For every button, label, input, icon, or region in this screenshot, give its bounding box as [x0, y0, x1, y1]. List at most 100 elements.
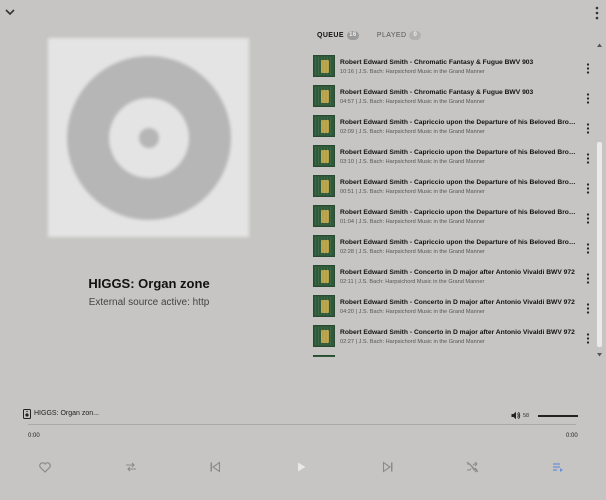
played-count-badge: 0 [409, 31, 422, 40]
track-more-icon[interactable] [586, 63, 590, 74]
track-duration: 02:28 [340, 249, 354, 255]
queue-row[interactable]: Robert Edward Smith - Capriccio upon the… [310, 112, 594, 142]
track-info: Robert Edward Smith - Capriccio upon the… [340, 149, 576, 165]
disc-placeholder-icon [66, 55, 231, 220]
track-thumbnail [313, 145, 335, 167]
track-more-icon[interactable] [586, 153, 590, 164]
track-more-icon[interactable] [586, 243, 590, 254]
time-elapsed: 0:00 [28, 433, 40, 439]
skip-next-icon [382, 461, 393, 473]
track-thumbnail [313, 115, 335, 137]
track-album: J.S. Bach: Harpsichord Music in the Gran… [358, 249, 485, 255]
queue-row[interactable]: Robert Edward Smith - Capriccio upon the… [310, 142, 594, 172]
tab-played-label: PLAYED [376, 32, 407, 39]
track-album: J.S. Bach: Harpsichord Music in the Gran… [358, 129, 485, 135]
track-meta: 04:20 | J.S. Bach: Harpsichord Music in … [340, 309, 576, 315]
track-title: Robert Edward Smith - Chromatic Fantasy … [340, 89, 534, 96]
track-thumbnail [313, 325, 335, 347]
scroll-down-arrow-icon[interactable] [596, 352, 603, 358]
queue-row[interactable]: Robert Edward Smith - Concerto in D majo… [310, 262, 594, 292]
track-album: J.S. Bach: Harpsichord Music in the Gran… [358, 189, 485, 195]
repeat-button[interactable] [124, 461, 138, 473]
favorite-button[interactable] [38, 460, 52, 474]
track-meta: 00:51 | J.S. Bach: Harpsichord Music in … [340, 189, 576, 195]
more-vert-icon[interactable] [594, 6, 600, 20]
track-duration: 02:09 [340, 129, 354, 135]
queue-scrollbar[interactable] [596, 42, 603, 358]
track-duration: 10:16 [340, 69, 354, 75]
tab-played[interactable]: PLAYED 0 [377, 31, 422, 40]
shuffle-button[interactable] [465, 460, 479, 474]
track-info: Robert Edward Smith - Capriccio upon the… [340, 179, 576, 195]
track-duration: 02:27 [340, 339, 354, 345]
track-album: J.S. Bach: Harpsichord Music in the Gran… [358, 279, 485, 285]
time-total: 0:00 [566, 433, 578, 439]
queue-tabs: QUEUE 16 PLAYED 0 [317, 31, 422, 40]
tab-queue-label: QUEUE [317, 32, 344, 39]
track-meta: 04:57 | J.S. Bach: Harpsichord Music in … [340, 99, 576, 105]
track-thumbnail [313, 265, 335, 287]
play-button[interactable] [287, 453, 315, 481]
track-more-icon[interactable] [586, 213, 590, 224]
scrollbar-thumb[interactable] [597, 142, 602, 347]
chevron-down-icon[interactable] [4, 6, 16, 18]
track-info: Robert Edward Smith - Chromatic Fantasy … [340, 89, 576, 105]
tab-queue[interactable]: QUEUE 16 [317, 31, 359, 40]
queue-button[interactable] [551, 461, 565, 473]
track-meta: 03:10 | J.S. Bach: Harpsichord Music in … [340, 159, 576, 165]
queue-row[interactable]: Robert Edward Smith - Chromatic Fantasy … [310, 82, 594, 112]
queue-count-badge: 16 [346, 31, 359, 40]
album-art [48, 38, 249, 237]
volume-slider[interactable] [538, 415, 578, 417]
queue-row[interactable]: Robert Edward Smith - Capriccio upon the… [310, 202, 594, 232]
track-thumbnail [313, 85, 335, 107]
track-thumbnail [313, 55, 335, 77]
track-title: Robert Edward Smith - Capriccio upon the… [340, 149, 576, 156]
track-album: J.S. Bach: Harpsichord Music in the Gran… [358, 219, 485, 225]
queue-list-icon [553, 463, 563, 472]
track-info: Robert Edward Smith - Concerto in D majo… [340, 269, 576, 285]
track-album: J.S. Bach: Harpsichord Music in the Gran… [358, 159, 485, 165]
track-thumbnail [313, 235, 335, 257]
track-duration: 02:11 [340, 279, 354, 285]
track-more-icon[interactable] [586, 93, 590, 104]
next-button[interactable] [381, 460, 395, 474]
queue-row[interactable] [310, 352, 594, 357]
track-thumbnail [313, 355, 335, 357]
now-playing-title: HIGGS: Organ zone [88, 276, 210, 291]
track-more-icon[interactable] [586, 333, 590, 344]
track-meta: 02:27 | J.S. Bach: Harpsichord Music in … [340, 339, 576, 345]
track-more-icon[interactable] [586, 123, 590, 134]
track-title: Robert Edward Smith - Capriccio upon the… [340, 119, 576, 126]
queue-row[interactable]: Robert Edward Smith - Capriccio upon the… [310, 172, 594, 202]
track-info: Robert Edward Smith - Concerto in D majo… [340, 299, 576, 315]
track-meta: 10:16 | J.S. Bach: Harpsichord Music in … [340, 69, 576, 75]
track-album: J.S. Bach: Harpsichord Music in the Gran… [358, 99, 485, 105]
track-info: Robert Edward Smith - Capriccio upon the… [340, 209, 576, 225]
shuffle-off-icon [466, 461, 478, 473]
track-meta: 02:28 | J.S. Bach: Harpsichord Music in … [340, 249, 576, 255]
queue-row[interactable]: Robert Edward Smith - Chromatic Fantasy … [310, 52, 594, 82]
track-more-icon[interactable] [586, 273, 590, 284]
previous-button[interactable] [208, 460, 222, 474]
repeat-icon [126, 462, 136, 472]
track-meta: 02:11 | J.S. Bach: Harpsichord Music in … [340, 279, 576, 285]
scroll-up-arrow-icon[interactable] [596, 42, 603, 48]
queue-row[interactable]: Robert Edward Smith - Capriccio upon the… [310, 232, 594, 262]
queue-row[interactable]: Robert Edward Smith - Concerto in D majo… [310, 322, 594, 352]
track-more-icon[interactable] [586, 183, 590, 194]
heart-icon [39, 461, 51, 473]
volume-icon[interactable] [511, 411, 521, 420]
track-album: J.S. Bach: Harpsichord Music in the Gran… [358, 309, 485, 315]
track-more-icon[interactable] [586, 303, 590, 314]
play-icon [298, 462, 306, 472]
track-duration: 04:57 [340, 99, 354, 105]
track-meta: 01:04 | J.S. Bach: Harpsichord Music in … [340, 219, 576, 225]
track-meta: 02:09 | J.S. Bach: Harpsichord Music in … [340, 129, 576, 135]
seek-bar[interactable] [28, 424, 576, 425]
queue-row[interactable]: Robert Edward Smith - Concerto in D majo… [310, 292, 594, 322]
track-duration: 00:51 [340, 189, 354, 195]
track-title: Robert Edward Smith - Capriccio upon the… [340, 239, 576, 246]
skip-previous-icon [210, 461, 221, 473]
mini-player-label[interactable]: HIGGS: Organ zon... [34, 410, 99, 417]
